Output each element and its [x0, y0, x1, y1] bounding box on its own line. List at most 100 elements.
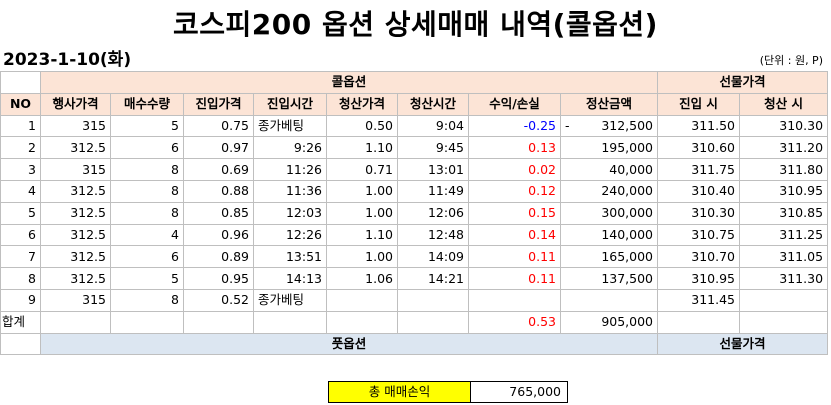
exit-time-cell[interactable]: 13:01	[397, 158, 469, 181]
futures-exit-cell[interactable]: 311.80	[739, 158, 829, 181]
exit-price-cell[interactable]: 1.06	[326, 267, 398, 290]
column-header[interactable]: NO	[0, 92, 41, 116]
entry-time-cell[interactable]: 종가베팅	[253, 288, 327, 312]
settlement-cell[interactable]: 137,500	[559, 267, 659, 290]
futures-exit-cell[interactable]: 310.30	[739, 114, 829, 138]
sum-label[interactable]: 합계	[0, 310, 41, 334]
row-no-cell[interactable]: 2	[0, 136, 41, 160]
futures-exit-cell[interactable]: 311.20	[739, 136, 829, 160]
settlement-cell[interactable]: 240,000	[559, 179, 659, 203]
strike-cell[interactable]: 312.5	[40, 245, 111, 269]
pnl-cell[interactable]: 0.14	[468, 223, 561, 247]
qty-cell[interactable]: 8	[110, 288, 184, 312]
column-header[interactable]: 청산시간	[397, 92, 469, 116]
futures-exit-cell[interactable]: 311.30	[739, 267, 829, 290]
entry-price-cell[interactable]: 0.85	[183, 201, 254, 225]
row-no-cell[interactable]: 7	[0, 245, 41, 269]
exit-time-cell[interactable]: 9:45	[397, 136, 469, 160]
qty-cell[interactable]: 6	[110, 245, 184, 269]
entry-time-cell[interactable]: 12:26	[253, 223, 327, 247]
column-header[interactable]: 청산가격	[326, 92, 398, 116]
total-pnl-label[interactable]: 총 매매손익	[328, 381, 471, 403]
futures-price-band[interactable]: 선물가격	[657, 71, 829, 94]
row-no-cell[interactable]: 9	[0, 288, 41, 312]
strike-cell[interactable]: 312.5	[40, 136, 111, 160]
settlement-cell[interactable]: - 312,500	[559, 114, 659, 138]
entry-time-cell[interactable]: 11:36	[253, 179, 327, 203]
band-empty-cell[interactable]	[0, 71, 41, 94]
row-no-cell[interactable]: 4	[0, 179, 41, 203]
strike-cell[interactable]: 315	[40, 288, 111, 312]
strike-cell[interactable]: 315	[40, 158, 111, 181]
futures-exit-cell[interactable]	[739, 288, 829, 312]
exit-time-cell[interactable]: 9:04	[397, 114, 469, 138]
futures-exit-cell[interactable]: 311.25	[739, 223, 829, 247]
sum-empty-cell[interactable]	[739, 310, 829, 334]
futures-entry-cell[interactable]: 311.45	[657, 288, 741, 312]
column-header[interactable]: 진입가격	[183, 92, 254, 116]
qty-cell[interactable]: 5	[110, 267, 184, 290]
sum-empty-cell[interactable]	[326, 310, 398, 334]
qty-cell[interactable]: 5	[110, 114, 184, 138]
sum-empty-cell[interactable]	[110, 310, 184, 334]
sum-empty-cell[interactable]	[253, 310, 327, 334]
column-header[interactable]: 행사가격	[40, 92, 111, 116]
call-option-band[interactable]: 콜옵션	[39, 71, 659, 94]
row-no-cell[interactable]: 3	[0, 158, 41, 181]
column-header[interactable]: 진입시간	[253, 92, 327, 116]
futures-entry-cell[interactable]: 310.60	[657, 136, 741, 160]
exit-price-cell[interactable]: 1.00	[326, 245, 398, 269]
sum-pnl[interactable]: 0.53	[468, 310, 561, 334]
entry-time-cell[interactable]: 종가베팅	[253, 114, 327, 138]
exit-time-cell[interactable]: 14:21	[397, 267, 469, 290]
settlement-cell[interactable]: 165,000	[559, 245, 659, 269]
futures-entry-cell[interactable]: 310.30	[657, 201, 741, 225]
exit-price-cell[interactable]: 0.50	[326, 114, 398, 138]
pnl-cell[interactable]: 0.11	[468, 245, 561, 269]
entry-price-cell[interactable]: 0.95	[183, 267, 254, 290]
strike-cell[interactable]: 312.5	[40, 179, 111, 203]
entry-price-cell[interactable]: 0.97	[183, 136, 254, 160]
pnl-cell[interactable]: 0.12	[468, 179, 561, 203]
strike-cell[interactable]: 315	[40, 114, 111, 138]
pnl-cell[interactable]	[468, 288, 561, 312]
qty-cell[interactable]: 8	[110, 158, 184, 181]
exit-time-cell[interactable]	[397, 288, 469, 312]
pnl-cell[interactable]: 0.02	[468, 158, 561, 181]
band-empty-cell[interactable]	[0, 332, 41, 356]
qty-cell[interactable]: 8	[110, 179, 184, 203]
entry-time-cell[interactable]: 13:51	[253, 245, 327, 269]
qty-cell[interactable]: 6	[110, 136, 184, 160]
futures-exit-cell[interactable]: 310.95	[739, 179, 829, 203]
sum-amount[interactable]: 905,000	[559, 310, 659, 334]
futures-entry-cell[interactable]: 310.70	[657, 245, 741, 269]
entry-time-cell[interactable]: 12:03	[253, 201, 327, 225]
pnl-cell[interactable]: 0.15	[468, 201, 561, 225]
entry-price-cell[interactable]: 0.75	[183, 114, 254, 138]
exit-time-cell[interactable]: 11:49	[397, 179, 469, 203]
futures-entry-cell[interactable]: 310.95	[657, 267, 741, 290]
settlement-cell[interactable]: 40,000	[559, 158, 659, 181]
entry-time-cell[interactable]: 9:26	[253, 136, 327, 160]
entry-price-cell[interactable]: 0.89	[183, 245, 254, 269]
futures-entry-cell[interactable]: 311.50	[657, 114, 741, 138]
pnl-cell[interactable]: 0.11	[468, 267, 561, 290]
column-header[interactable]: 진입 시	[657, 92, 741, 116]
settlement-cell[interactable]	[559, 288, 659, 312]
sum-empty-cell[interactable]	[183, 310, 254, 334]
exit-time-cell[interactable]: 12:48	[397, 223, 469, 247]
exit-price-cell[interactable]: 1.10	[326, 223, 398, 247]
row-no-cell[interactable]: 5	[0, 201, 41, 225]
sum-empty-cell[interactable]	[397, 310, 469, 334]
strike-cell[interactable]: 312.5	[40, 201, 111, 225]
entry-price-cell[interactable]: 0.96	[183, 223, 254, 247]
total-pnl-value[interactable]: 765,000	[471, 381, 568, 403]
futures-entry-cell[interactable]: 310.75	[657, 223, 741, 247]
futures-entry-cell[interactable]: 310.40	[657, 179, 741, 203]
row-no-cell[interactable]: 6	[0, 223, 41, 247]
qty-cell[interactable]: 4	[110, 223, 184, 247]
strike-cell[interactable]: 312.5	[40, 267, 111, 290]
qty-cell[interactable]: 8	[110, 201, 184, 225]
entry-price-cell[interactable]: 0.69	[183, 158, 254, 181]
entry-time-cell[interactable]: 11:26	[253, 158, 327, 181]
